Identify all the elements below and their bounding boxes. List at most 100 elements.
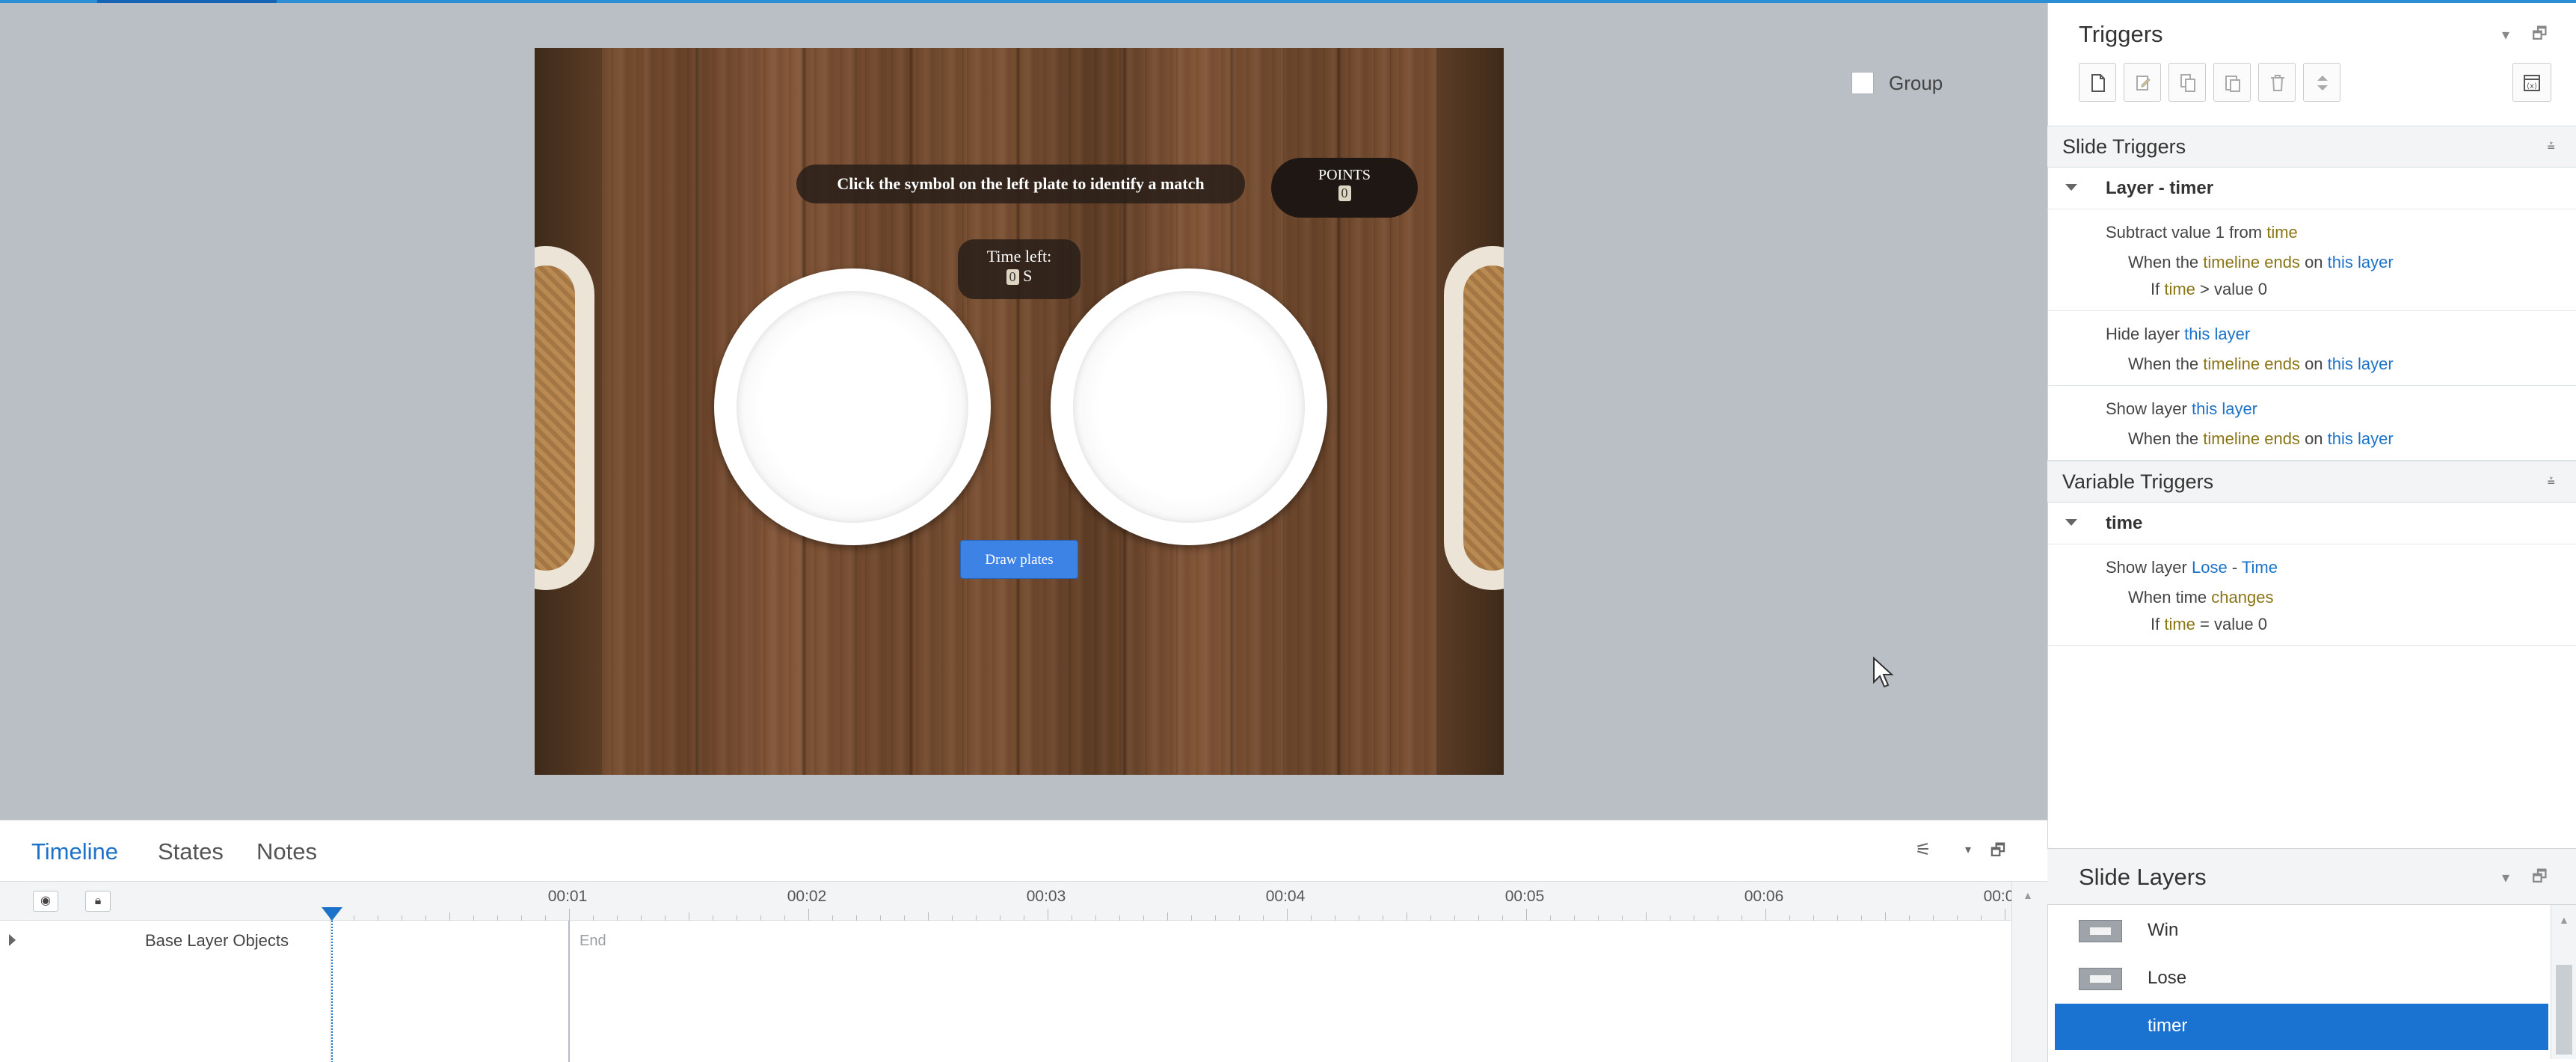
chevron-down-icon[interactable]: ▾ [1958, 840, 1979, 861]
ruler-tick [1191, 915, 1192, 921]
layer-item-win[interactable]: Win [2055, 908, 2548, 954]
end-label: End [580, 933, 606, 949]
ruler-tick [832, 915, 833, 921]
when-object[interactable]: this layer [2328, 253, 2394, 271]
when-on: on [2305, 354, 2323, 373]
if-condition[interactable]: = value 0 [2200, 615, 2267, 633]
when-object[interactable]: this layer [2328, 429, 2394, 448]
visibility-eye-icon[interactable]: ◉ [33, 891, 58, 912]
if-variable[interactable]: time [2164, 615, 2195, 633]
instruction-text: Click the symbol on the left plate to id… [837, 174, 1205, 193]
tab-timeline[interactable]: Timeline [31, 838, 118, 865]
trigger-target[interactable]: this layer [2192, 399, 2257, 418]
trigger-target-sub[interactable]: Time [2242, 558, 2278, 577]
trigger-target[interactable]: time [2266, 223, 2298, 242]
layer-item-timer[interactable]: timer [2055, 1004, 2548, 1050]
trigger-show-layer[interactable]: Show layer this layer When the timeline … [2047, 386, 2576, 461]
mouse-cursor-icon [1873, 657, 1894, 688]
when-on: on [2305, 253, 2323, 271]
tab-notes[interactable]: Notes [256, 838, 317, 865]
variable-triggers-header[interactable]: Variable Triggers ⩮ [2047, 461, 2576, 503]
restore-panel-icon[interactable]: 🗗 [2532, 864, 2548, 892]
ruler-tick [521, 915, 522, 921]
when-object[interactable]: this layer [2328, 354, 2394, 373]
points-box: POINTS 0 [1271, 158, 1418, 218]
restore-panel-icon[interactable]: 🗗 [1988, 840, 2008, 861]
timeline-row-base-layer[interactable]: Base Layer Objects [0, 921, 2011, 960]
expand-arrow-icon[interactable] [9, 934, 16, 946]
ruler-tick [1813, 915, 1814, 921]
ruler-tick [784, 915, 785, 921]
ruler-tick [856, 915, 857, 921]
slide-canvas[interactable]: Click the symbol on the left plate to id… [535, 48, 1504, 775]
scroll-thumb[interactable] [2556, 965, 2572, 1055]
collapse-arrow-icon[interactable] [2065, 519, 2077, 526]
time-left-label: Time left: [986, 247, 1052, 266]
layer-item-lose[interactable]: Lose [2055, 956, 2548, 1002]
trigger-hide-layer[interactable]: Hide layer this layer When the timeline … [2047, 311, 2576, 386]
when-text: When the [2128, 429, 2199, 448]
chevron-down-icon[interactable]: ▾ [2502, 868, 2509, 887]
restore-panel-icon[interactable]: 🗗 [2532, 21, 2548, 49]
trigger-action: Subtract value 1 from [2106, 223, 2263, 242]
if-variable[interactable]: time [2164, 280, 2195, 298]
trigger-action: Hide layer [2106, 325, 2180, 343]
layer-name: Lose [2148, 968, 2187, 988]
left-plate[interactable] [714, 268, 991, 545]
trigger-target[interactable]: this layer [2184, 325, 2250, 343]
group-label: Group [1889, 72, 1943, 94]
copy-trigger-button[interactable] [2168, 63, 2206, 102]
ruler-tick [473, 915, 474, 921]
if-condition[interactable]: > value 0 [2200, 280, 2267, 298]
trigger-show-lose-time[interactable]: Show layer Lose - Time When time changes… [2047, 544, 2576, 646]
right-plate[interactable] [1051, 268, 1327, 545]
playhead-marker[interactable] [322, 907, 342, 921]
edit-trigger-button[interactable] [2124, 63, 2161, 102]
tab-states[interactable]: States [158, 838, 224, 865]
trigger-when-line: When the timeline ends on this layer [2128, 253, 2394, 272]
when-event[interactable]: timeline ends [2203, 354, 2300, 373]
tick-label: 00:02 [787, 888, 827, 905]
when-event[interactable]: timeline ends [2203, 253, 2300, 271]
tick-label: 00:01 [547, 888, 588, 905]
ruler-tick [425, 915, 426, 921]
timeline-ruler[interactable]: 00:01 00:02 00:03 00:04 00:05 00:06 00:0 [330, 882, 2014, 921]
end-marker-line[interactable] [568, 921, 570, 1062]
copy-icon [2180, 74, 2195, 92]
collapse-icon[interactable]: ⩮ [2547, 473, 2555, 489]
scroll-up-icon[interactable]: ▲ [2023, 889, 2033, 901]
ruler-tick [641, 915, 642, 921]
ruler-tick [1550, 915, 1551, 921]
variable-triggers-title: Variable Triggers [2062, 470, 2214, 493]
delete-trigger-button[interactable] [2258, 63, 2296, 102]
reorder-trigger-button[interactable] [2303, 63, 2340, 102]
slide-triggers-header[interactable]: Slide Triggers ⩮ [2047, 126, 2576, 168]
ruler-tick [1143, 915, 1144, 921]
trigger-target[interactable]: Lose [2192, 558, 2228, 577]
new-trigger-button[interactable] [2079, 63, 2116, 102]
time-unit: S [1023, 266, 1033, 285]
timeline-scrollbar[interactable]: ▲ [2011, 882, 2047, 1062]
var-time-group[interactable]: time [2047, 503, 2576, 544]
lock-icon[interactable]: 🔒︎ [85, 891, 111, 912]
when-event[interactable]: timeline ends [2203, 429, 2300, 448]
timeline-settings-icon[interactable]: ⚟ [1913, 840, 1934, 861]
layers-scrollbar[interactable]: ▲ [2551, 905, 2576, 1059]
collapse-arrow-icon[interactable] [2065, 184, 2077, 191]
ruler-tick [1933, 915, 1934, 921]
trigger-wizard-button[interactable]: (x) [2512, 63, 2551, 102]
layer-timer-group[interactable]: Layer - timer [2047, 168, 2576, 209]
chevron-down-icon[interactable]: ▾ [2502, 25, 2509, 44]
layer-timer-title: Layer - timer [2106, 178, 2214, 198]
ruler-tick [1263, 915, 1264, 921]
scroll-up-icon[interactable]: ▲ [2559, 914, 2569, 926]
group-checkbox[interactable] [1851, 72, 1874, 94]
paste-trigger-button[interactable] [2213, 63, 2251, 102]
when-event[interactable]: changes [2211, 588, 2273, 607]
trigger-subtract[interactable]: Subtract value 1 from time When the time… [2047, 209, 2576, 311]
collapse-icon[interactable]: ⩮ [2547, 138, 2555, 154]
ruler-tick [1574, 915, 1575, 921]
ruler-tick [904, 915, 905, 921]
ruler-tick [1167, 912, 1168, 921]
draw-plates-button[interactable]: Draw plates [960, 540, 1078, 579]
